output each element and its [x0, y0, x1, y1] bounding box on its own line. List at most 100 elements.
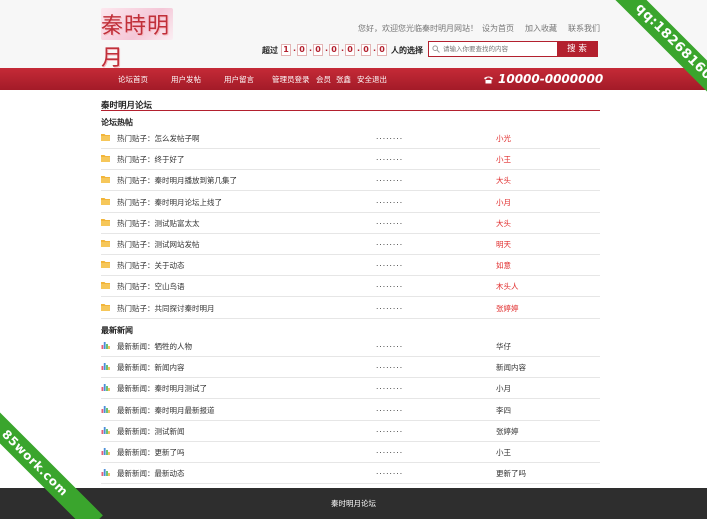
row-dots: ........: [376, 195, 404, 205]
row-author[interactable]: 木头人: [496, 281, 519, 292]
bar-chart-icon: [101, 426, 110, 434]
search-input[interactable]: [429, 42, 557, 56]
hot-post-row[interactable]: 热门贴子：怎么发帖子啊........ 小光: [101, 128, 600, 149]
folder-icon: [101, 261, 110, 269]
folder-icon: [101, 155, 110, 163]
top-header: 秦時明月 您好，欢迎您光临秦时明月网站！ 设为首页 加入收藏 联系我们 超过 1…: [0, 0, 707, 71]
row-dots: ........: [376, 280, 404, 290]
bar-chart-icon: [101, 363, 110, 371]
folder-icon: [101, 197, 110, 205]
row-dots: ........: [376, 174, 404, 184]
bar-chart-icon: [101, 469, 110, 477]
hot-post-row[interactable]: 热门贴子：测试贴富太太........ 大头: [101, 213, 600, 234]
news-row[interactable]: 最新新闻：秦时明月最新报道........ 李四: [101, 400, 600, 421]
phone-number: 10000-0000000: [483, 72, 603, 86]
folder-icon: [101, 218, 110, 226]
search-button[interactable]: 搜 索: [557, 42, 597, 56]
count-prefix: 超过: [262, 45, 278, 55]
count-digit: 0: [297, 44, 307, 56]
row-dots: ........: [376, 382, 404, 392]
contact-us-link[interactable]: 联系我们: [568, 23, 600, 34]
folder-icon: [101, 176, 110, 184]
nav-username[interactable]: 张鑫: [336, 74, 351, 85]
row-author[interactable]: 小月: [496, 197, 511, 208]
row-author[interactable]: 如意: [496, 260, 511, 271]
row-author[interactable]: 明天: [496, 239, 511, 250]
row-dots: ........: [376, 153, 404, 163]
footer: 秦时明月论坛: [0, 488, 707, 519]
nav-logout[interactable]: 安全退出: [357, 74, 387, 85]
nav-admin-login[interactable]: 管理员登录: [272, 74, 310, 85]
row-author[interactable]: 大头: [496, 218, 511, 229]
hot-post-row[interactable]: 热门贴子：秦时明月论坛上线了........ 小月: [101, 192, 600, 213]
nav-member[interactable]: 会员: [316, 74, 331, 85]
count-suffix: 人的选择: [391, 45, 423, 55]
phone-text: 10000-0000000: [498, 72, 604, 86]
row-author[interactable]: 更新了吗: [496, 468, 526, 479]
hot-post-row[interactable]: 热门贴子：共同探讨秦时明月........ 张婷婷: [101, 298, 600, 319]
nav-forum-home[interactable]: 论坛首页: [118, 74, 148, 85]
row-dots: ........: [376, 216, 404, 226]
set-homepage-link[interactable]: 设为首页: [482, 23, 514, 34]
row-title[interactable]: 最新新闻：秦时明月最新报道: [117, 405, 215, 416]
row-author[interactable]: 华仔: [496, 341, 511, 352]
folder-icon: [101, 282, 110, 290]
count-digit: 0: [345, 44, 355, 56]
count-digit: 0: [377, 44, 387, 56]
user-count: 超过 1 . 0 . 0 . 0 . 0 . 0 . 0 人的选择: [262, 44, 423, 56]
row-title[interactable]: 最新新闻：牺牲的人物: [117, 341, 192, 352]
row-title[interactable]: 热门贴子：空山鸟语: [117, 281, 185, 292]
row-title[interactable]: 最新新闻：最新动态: [117, 468, 185, 479]
phone-icon: [484, 76, 493, 83]
hot-post-row[interactable]: 热门贴子：测试网站发帖........ 明天: [101, 234, 600, 255]
row-title[interactable]: 热门贴子：秦时明月播放到第几集了: [117, 175, 237, 186]
row-title[interactable]: 最新新闻：更新了吗: [117, 447, 185, 458]
hot-post-row[interactable]: 热门贴子：空山鸟语........ 木头人: [101, 276, 600, 298]
news-row[interactable]: 最新新闻：最新动态........ 更新了吗: [101, 463, 600, 485]
news-row[interactable]: 最新新闻：牺牲的人物........ 华仔: [101, 336, 600, 357]
folder-icon: [101, 303, 110, 311]
row-title[interactable]: 热门贴子：共同探讨秦时明月: [117, 303, 215, 314]
news-row[interactable]: 最新新闻：更新了吗........ 小王: [101, 442, 600, 463]
row-dots: ........: [376, 424, 404, 434]
nav-user-message[interactable]: 用户留言: [224, 74, 254, 85]
count-digit: 0: [329, 44, 339, 56]
bar-chart-icon: [101, 448, 110, 455]
row-author[interactable]: 张婷婷: [496, 303, 519, 314]
hot-post-row[interactable]: 热门贴子：终于好了........ 小王: [101, 149, 600, 171]
title-divider: [101, 110, 600, 111]
logo-text: 秦時明月: [101, 14, 171, 71]
row-title[interactable]: 最新新闻：新闻内容: [117, 362, 185, 373]
row-title[interactable]: 热门贴子：测试贴富太太: [117, 218, 200, 229]
row-author[interactable]: 新闻内容: [496, 362, 526, 373]
row-author[interactable]: 张婷婷: [496, 426, 519, 437]
row-title[interactable]: 最新新闻：测试新闻: [117, 426, 185, 437]
search-box: 搜 索: [428, 41, 598, 57]
row-author[interactable]: 小月: [496, 383, 511, 394]
row-title[interactable]: 热门贴子：关于动态: [117, 260, 185, 271]
row-title[interactable]: 热门贴子：秦时明月论坛上线了: [117, 197, 222, 208]
news-row[interactable]: 最新新闻：新闻内容........ 新闻内容: [101, 357, 600, 379]
add-favorite-link[interactable]: 加入收藏: [525, 23, 557, 34]
row-author[interactable]: 小光: [496, 133, 511, 144]
site-logo[interactable]: 秦時明月: [101, 8, 173, 71]
news-row[interactable]: 最新新闻：秦时明月测试了........ 小月: [101, 378, 600, 400]
nav-user-post[interactable]: 用户发帖: [171, 74, 201, 85]
news-row[interactable]: 最新新闻：测试新闻........ 张婷婷: [101, 421, 600, 442]
row-author[interactable]: 小王: [496, 154, 511, 165]
row-author[interactable]: 李四: [496, 405, 511, 416]
count-digits: 1 . 0 . 0 . 0 . 0 . 0 . 0: [281, 44, 388, 56]
main-nav: 论坛首页 用户发帖 用户留言 管理员登录 会员 张鑫 安全退出 10000-00…: [0, 68, 707, 90]
row-title[interactable]: 热门贴子：终于好了: [117, 154, 185, 165]
bar-chart-icon: [101, 342, 110, 349]
row-author[interactable]: 小王: [496, 447, 511, 458]
folder-icon: [101, 134, 110, 141]
row-title[interactable]: 热门贴子：怎么发帖子啊: [117, 133, 200, 144]
hot-section-title: 论坛热帖: [101, 118, 133, 127]
row-title[interactable]: 最新新闻：秦时明月测试了: [117, 383, 207, 394]
row-author[interactable]: 大头: [496, 175, 511, 186]
count-digit: 0: [361, 44, 371, 56]
hot-post-row[interactable]: 热门贴子：关于动态........ 如意: [101, 255, 600, 277]
hot-post-row[interactable]: 热门贴子：秦时明月播放到第几集了........ 大头: [101, 170, 600, 192]
row-title[interactable]: 热门贴子：测试网站发帖: [117, 239, 200, 250]
